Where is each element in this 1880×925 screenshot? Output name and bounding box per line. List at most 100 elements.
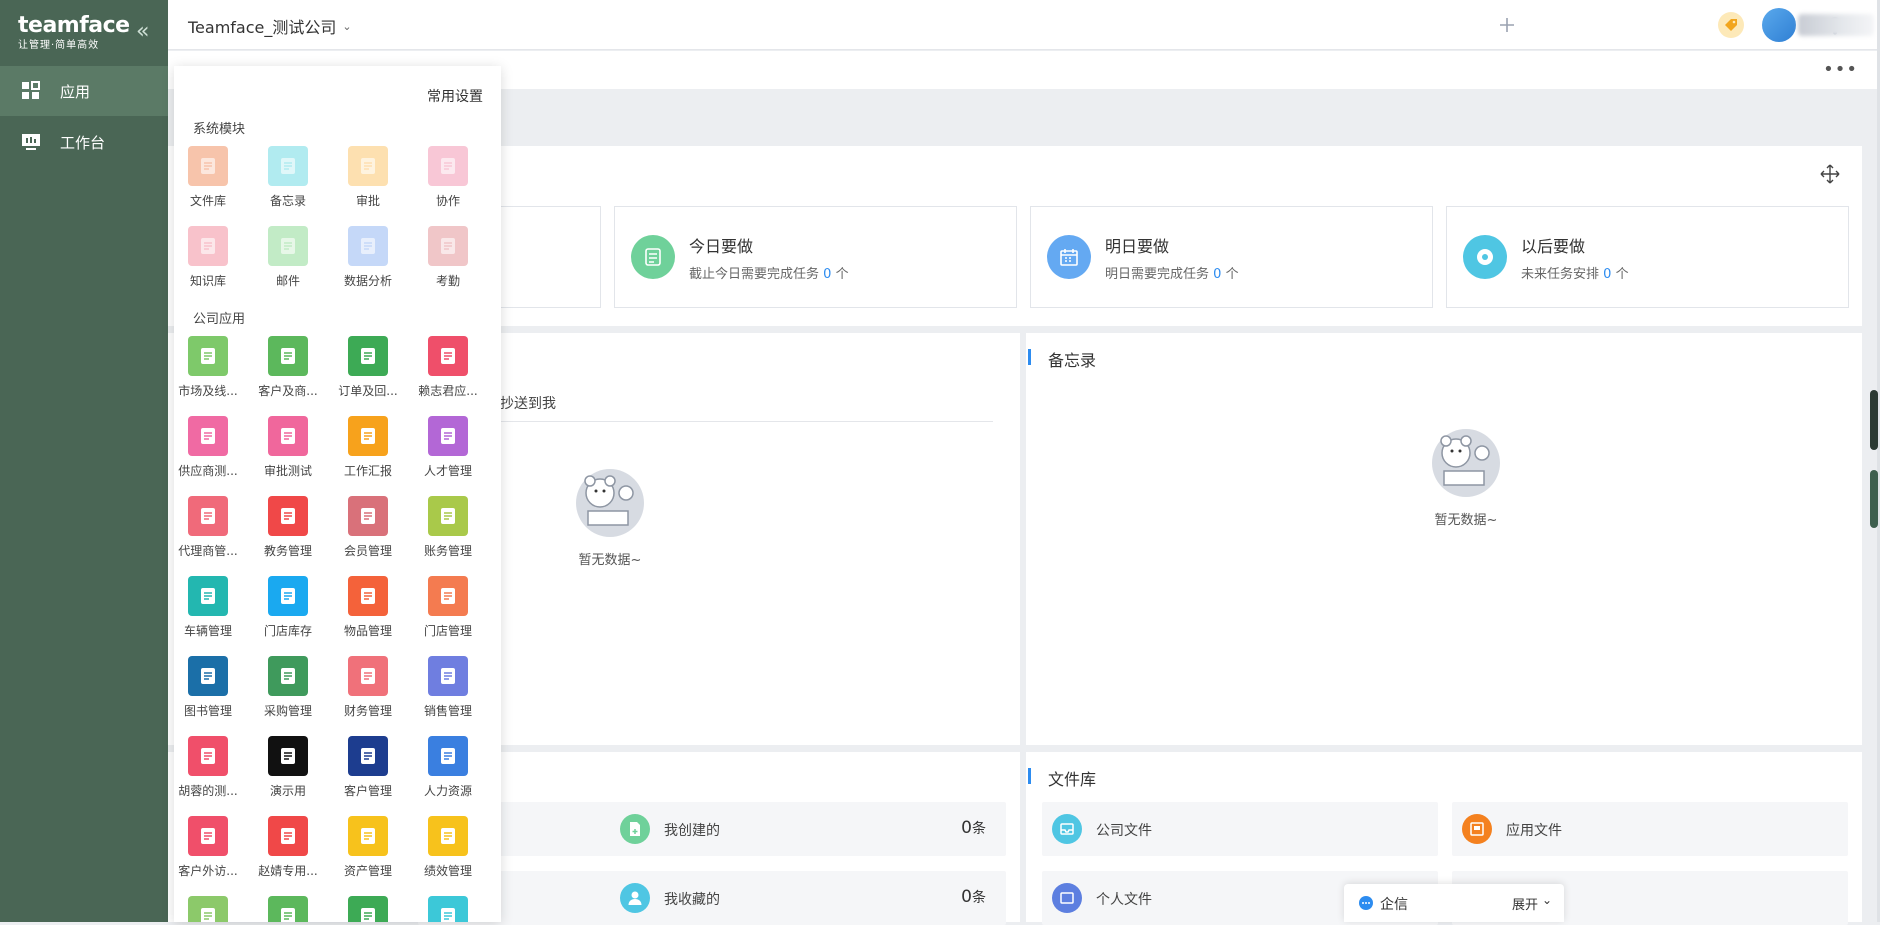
app-tile[interactable]: 数据分析 (328, 226, 408, 289)
app-tile[interactable]: 工作汇报 (328, 416, 408, 479)
app-tile[interactable]: 客户及商... (248, 336, 328, 399)
app-tile[interactable]: 物品管理 (328, 576, 408, 639)
system-modules-title: 系统模块 (193, 122, 246, 137)
app-tile-label: 审批 (355, 194, 380, 208)
app-tile[interactable]: 人力资源 (408, 736, 488, 799)
app-icon (428, 896, 468, 922)
row-favorited[interactable]: 我收藏的 0条 (610, 871, 1006, 925)
user-icon (620, 883, 650, 913)
sidebar-item-apps[interactable]: 应用 (0, 66, 168, 116)
user-name-blurred[interactable] (1798, 14, 1874, 36)
page-scrollbar-thumb[interactable] (1870, 470, 1878, 528)
app-tile-label: 邮件 (275, 274, 300, 288)
collaboration-icon (428, 146, 468, 186)
app-tile[interactable]: 车辆管理 (174, 576, 248, 639)
app-icon (188, 416, 228, 456)
app-icon (428, 816, 468, 856)
folder-icon (188, 146, 228, 186)
stat-card-tomorrow[interactable]: 明日要做 明日需要完成任务 0 个 (1030, 206, 1433, 308)
app-tile[interactable]: 知识库 (174, 226, 248, 289)
app-tile[interactable]: 客户外访... (174, 816, 248, 879)
chat-expand[interactable]: 展开 (1512, 894, 1538, 913)
row-created-by-me[interactable]: 我创建的 0条 (610, 802, 1006, 856)
app-icon (428, 576, 468, 616)
app-tile-label: 客户外访... (178, 864, 238, 878)
add-icon[interactable] (1496, 14, 1518, 36)
app-tile-label: 胡蓉的测... (178, 784, 238, 798)
app-tile[interactable]: 赵婧专用... (248, 816, 328, 879)
file-item-app[interactable]: 应用文件 (1452, 802, 1848, 856)
app-tile[interactable] (248, 896, 328, 922)
app-tile[interactable]: 人才管理 (408, 416, 488, 479)
app-tile[interactable]: 备忘录 (248, 146, 328, 209)
app-tile[interactable]: 销售管理 (408, 656, 488, 719)
file-library-title: 文件库 (1028, 766, 1096, 790)
app-tile[interactable]: 协作 (408, 146, 488, 209)
app-tile[interactable]: 资产管理 (328, 816, 408, 879)
app-icon (348, 896, 388, 922)
app-tile[interactable]: 绩效管理 (408, 816, 488, 879)
chat-bar[interactable]: 企信 展开 ⌄ (1344, 884, 1564, 922)
app-tile-label: 人才管理 (423, 464, 472, 478)
app-tile[interactable]: 代理商管... (174, 496, 248, 559)
app-icon (268, 576, 308, 616)
disc-icon (1463, 235, 1507, 279)
company-name: Teamface_测试公司 (188, 18, 337, 37)
app-tile[interactable]: 门店管理 (408, 576, 488, 639)
app-tile[interactable]: 订单及回... (328, 336, 408, 399)
app-tile-label: 资产管理 (343, 864, 392, 878)
app-tile[interactable]: 审批测试 (248, 416, 328, 479)
logo[interactable]: teamface 让管理·简单高效 (18, 14, 130, 52)
more-icon[interactable]: ••• (1823, 59, 1858, 80)
app-tile[interactable]: 采购管理 (248, 656, 328, 719)
company-switcher[interactable]: Teamface_测试公司 ⌄ (188, 14, 352, 38)
sidebar-item-workbench[interactable]: 工作台 (0, 117, 168, 167)
move-icon[interactable] (1820, 164, 1840, 188)
collapse-sidebar-icon[interactable]: « (136, 20, 149, 44)
app-tile[interactable]: 图书管理 (174, 656, 248, 719)
app-tile[interactable]: 会员管理 (328, 496, 408, 559)
app-tile[interactable]: 教务管理 (248, 496, 328, 559)
app-icon (188, 896, 228, 922)
app-tile[interactable]: 门店库存 (248, 576, 328, 639)
app-tile[interactable]: 赖志君应... (408, 336, 488, 399)
app-icon (188, 576, 228, 616)
app-tile[interactable]: 客户管理 (328, 736, 408, 799)
app-tile[interactable] (174, 896, 248, 922)
tag-icon[interactable] (1718, 12, 1744, 38)
app-tile-label: 数据分析 (343, 274, 392, 288)
chevron-down-icon: ⌄ (342, 19, 352, 33)
app-tile[interactable]: 考勤 (408, 226, 488, 289)
mail-icon (268, 226, 308, 266)
app-tile-label: 客户及商... (258, 384, 318, 398)
page-scrollbar-thumb[interactable] (1870, 390, 1878, 450)
app-tile[interactable]: 胡蓉的测... (174, 736, 248, 799)
app-tile[interactable]: 市场及线... (174, 336, 248, 399)
app-tile[interactable]: 文件库 (174, 146, 248, 209)
app-icon (348, 576, 388, 616)
app-icon (268, 896, 308, 922)
app-tile[interactable]: 账务管理 (408, 496, 488, 559)
app-tile[interactable]: 供应商测... (174, 416, 248, 479)
stat-card-later[interactable]: 以后要做 未来任务安排 0 个 (1446, 206, 1849, 308)
tab-cc-to-me[interactable]: 抄送到我 (500, 393, 556, 413)
app-tile[interactable]: 邮件 (248, 226, 328, 289)
app-tile[interactable]: 审批 (328, 146, 408, 209)
app-tile-label: 演示用 (269, 784, 306, 798)
app-icon (188, 656, 228, 696)
app-tile-label: 图书管理 (183, 704, 232, 718)
stat-card-today[interactable]: 今日要做 截止今日需要完成任务 0 个 (614, 206, 1017, 308)
file-item-company[interactable]: 公司文件 (1042, 802, 1438, 856)
app-tile[interactable]: 演示用 (248, 736, 328, 799)
app-tile-label: 审批测试 (263, 464, 312, 478)
app-tile[interactable] (408, 896, 488, 922)
app-icon (428, 336, 468, 376)
row-label: 我收藏的 (664, 892, 720, 908)
file-item-label: 个人文件 (1096, 892, 1152, 908)
app-tile[interactable]: 财务管理 (328, 656, 408, 719)
app-launcher-panel: 常用设置 系统模块 公司应用 文件库 备忘录 审批 协作 知识库 邮件 数据分析 考勤 市场及线… (174, 66, 501, 922)
app-tile-label: 订单及回... (338, 384, 398, 398)
app-tile[interactable] (328, 896, 408, 922)
avatar[interactable] (1762, 8, 1796, 42)
common-settings-link[interactable]: 常用设置 (427, 86, 483, 106)
